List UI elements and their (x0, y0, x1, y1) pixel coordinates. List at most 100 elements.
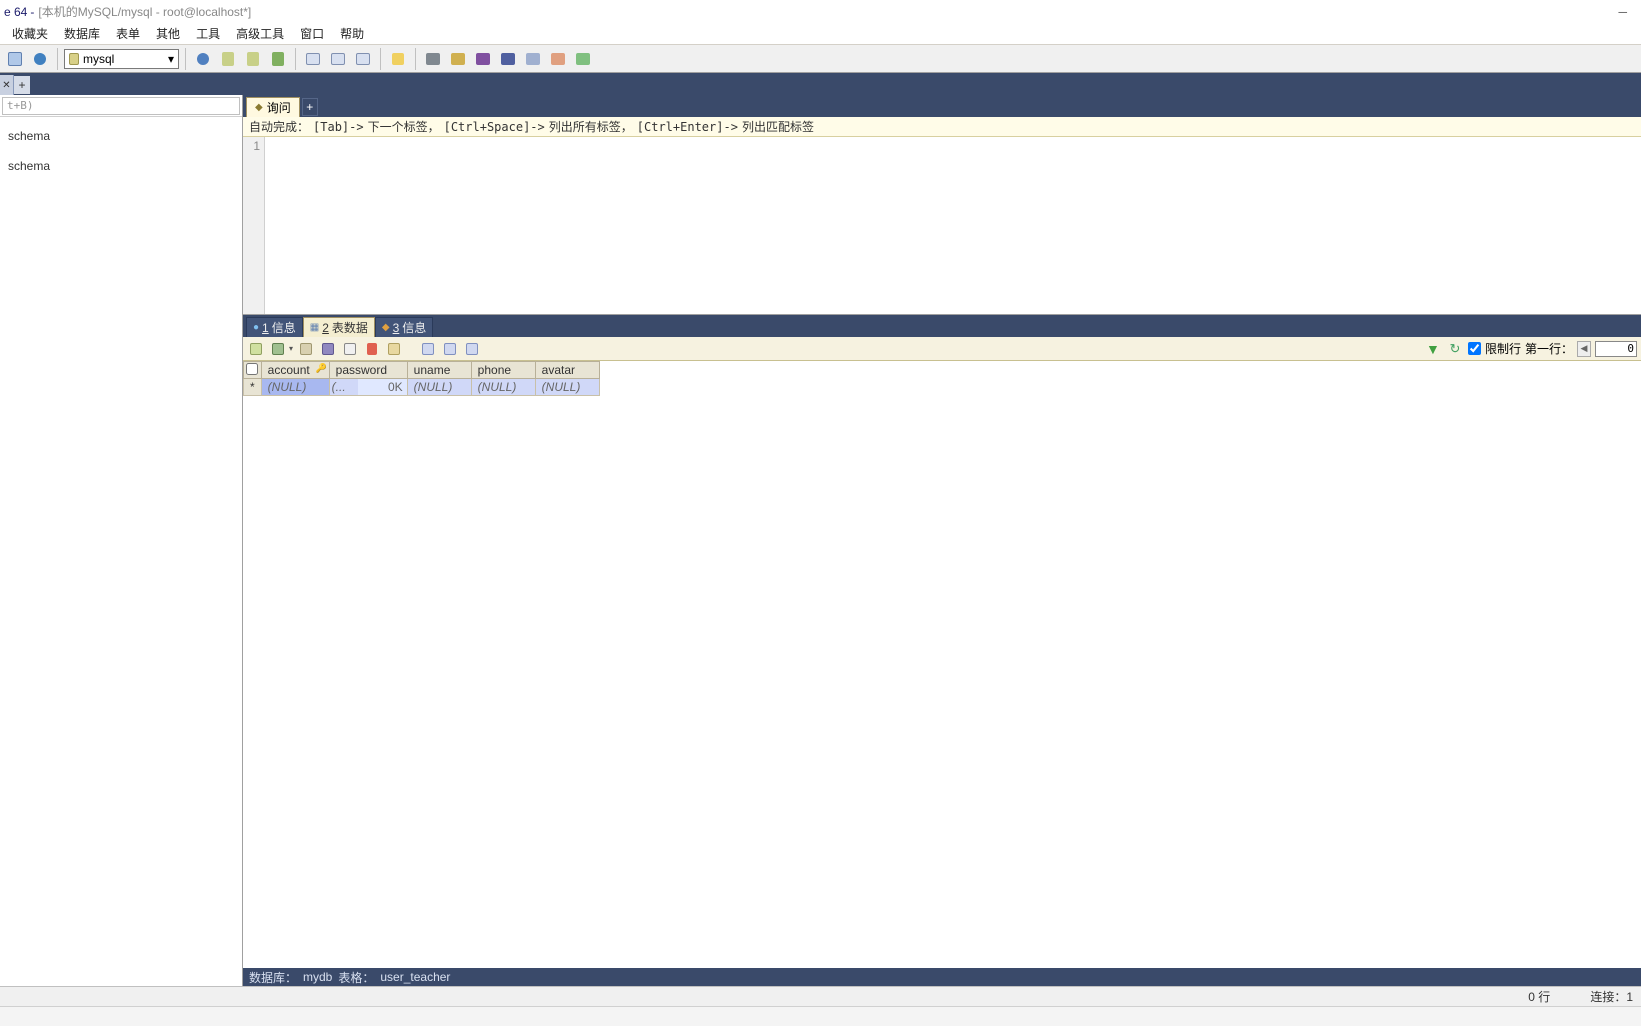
menu-advanced-tools[interactable]: 高级工具 (228, 23, 292, 44)
query-tab[interactable]: ◆ 询问 (246, 97, 300, 117)
limit-rows-checkbox[interactable] (1468, 342, 1481, 355)
schema-tree[interactable]: schema schema (0, 117, 242, 986)
cell-uname[interactable]: (NULL) (407, 379, 471, 396)
save-icon[interactable] (319, 340, 337, 358)
minimize-icon[interactable]: ─ (1618, 5, 1627, 19)
title-bar: e 64 - [本机的MySQL/mysql - root@localhost*… (0, 0, 1641, 23)
hint-prefix: 自动完成： (249, 118, 309, 135)
db-value: mydb (303, 970, 332, 984)
menu-table[interactable]: 表单 (108, 23, 148, 44)
connection-tab-strip: ✕ + (0, 73, 1641, 95)
calendar-icon[interactable] (341, 340, 359, 358)
hint-text: 列出所有标签， (549, 118, 633, 135)
db-action2-icon[interactable] (242, 48, 264, 70)
hint-text: 下一个标签， (368, 118, 440, 135)
table-icon[interactable] (302, 48, 324, 70)
cell-avatar[interactable]: (NULL) (535, 379, 599, 396)
status-rows: 0 行 (1528, 988, 1550, 1005)
text-view-icon[interactable] (463, 340, 481, 358)
first-row-label: 第一行： (1525, 340, 1573, 357)
tree-item-schema[interactable]: schema (2, 121, 240, 151)
column-header-account[interactable]: account🔑 (261, 362, 329, 379)
menu-other[interactable]: 其他 (148, 23, 188, 44)
execute-icon[interactable] (387, 48, 409, 70)
result-tab-strip: ● 1 信息 ▦ 2 表数据 ◆ 3 信息 (243, 315, 1641, 337)
tab-table-data[interactable]: ▦ 2 表数据 (303, 317, 375, 337)
object-browser: schema schema (0, 95, 243, 986)
db-action1-icon[interactable] (217, 48, 239, 70)
table-action2-icon[interactable] (352, 48, 374, 70)
tool2-icon[interactable] (447, 48, 469, 70)
status-connections: 连接：1 (1590, 988, 1633, 1005)
select-all-checkbox[interactable] (244, 362, 262, 379)
hint-key: [Tab]-> (313, 120, 364, 134)
row-marker: * (244, 379, 262, 396)
table-row[interactable]: * (NULL) (... 0K (NULL) (NULL) (NULL) (244, 379, 600, 396)
hint-text: 列出匹配标签 (742, 118, 814, 135)
title-path: [本机的MySQL/mysql - root@localhost*] (38, 3, 251, 20)
user-icon[interactable] (192, 48, 214, 70)
filter-input[interactable] (2, 97, 240, 115)
chevron-down-icon[interactable]: ▾ (289, 344, 293, 353)
tab-info-3[interactable]: ◆ 3 信息 (375, 317, 433, 337)
info-icon: ● (253, 322, 259, 333)
tree-item-schema[interactable]: schema (2, 151, 240, 181)
menu-database[interactable]: 数据库 (56, 23, 108, 44)
database-selector-value: mysql (83, 52, 114, 66)
tool3-icon[interactable] (472, 48, 494, 70)
insert-row-icon[interactable] (247, 340, 265, 358)
copy-row-icon[interactable] (297, 340, 315, 358)
menu-favorites[interactable]: 收藏夹 (4, 23, 56, 44)
first-row-input[interactable] (1595, 341, 1637, 357)
tab-info-1[interactable]: ● 1 信息 (246, 317, 303, 337)
query-tab-label: 询问 (267, 99, 291, 116)
delete-row-icon[interactable] (363, 340, 381, 358)
cancel-icon[interactable] (385, 340, 403, 358)
refresh-icon[interactable] (29, 48, 51, 70)
menu-window[interactable]: 窗口 (292, 23, 332, 44)
new-connection-icon[interactable] (4, 48, 26, 70)
cell-account[interactable]: (NULL) (261, 379, 329, 396)
query-tab-add-icon[interactable]: + (302, 98, 318, 116)
sql-editor: 1 (243, 137, 1641, 315)
column-header-uname[interactable]: uname (407, 362, 471, 379)
editor-gutter: 1 (243, 137, 265, 314)
data-toolbar: ▾ ▼ ↻ 限制行 第一行： ◀ (243, 337, 1641, 361)
limit-rows-label: 限制行 (1485, 340, 1521, 357)
tool6-icon[interactable] (547, 48, 569, 70)
tool7-icon[interactable] (572, 48, 594, 70)
column-header-avatar[interactable]: avatar (535, 362, 599, 379)
database-selector[interactable]: mysql ▾ (64, 49, 179, 69)
data-grid[interactable]: account🔑 password uname phone avatar * (… (243, 361, 1641, 968)
key-icon: 🔑 (315, 363, 326, 374)
info-bar: 数据库： mydb 表格： user_teacher (243, 968, 1641, 986)
prev-page-icon[interactable]: ◀ (1577, 341, 1591, 357)
tab-accel: 1 (262, 321, 269, 335)
tab-accel: 3 (393, 321, 400, 335)
table-action1-icon[interactable] (327, 48, 349, 70)
export-icon[interactable] (269, 340, 287, 358)
tool1-icon[interactable] (422, 48, 444, 70)
menu-tools[interactable]: 工具 (188, 23, 228, 44)
editor-body[interactable] (265, 137, 1641, 314)
column-header-password[interactable]: password (329, 362, 407, 379)
status-bar: 0 行 连接：1 (0, 986, 1641, 1006)
filter-icon[interactable]: ▼ (1424, 340, 1442, 358)
tab-add-icon[interactable]: + (14, 76, 30, 94)
menu-bar: 收藏夹 数据库 表单 其他 工具 高级工具 窗口 帮助 (0, 23, 1641, 45)
form-view-icon[interactable] (441, 340, 459, 358)
tool4-icon[interactable] (497, 48, 519, 70)
tool5-icon[interactable] (522, 48, 544, 70)
menu-help[interactable]: 帮助 (332, 23, 372, 44)
db-action3-icon[interactable] (267, 48, 289, 70)
tab-close-icon[interactable]: ✕ (0, 75, 14, 95)
hint-key: [Ctrl+Enter]-> (637, 120, 738, 134)
grid-view-icon[interactable] (419, 340, 437, 358)
cell-phone[interactable]: (NULL) (471, 379, 535, 396)
column-header-phone[interactable]: phone (471, 362, 535, 379)
query-tab-icon: ◆ (255, 102, 263, 113)
main-toolbar: mysql ▾ (0, 45, 1641, 73)
cell-password[interactable]: (... 0K (329, 379, 407, 396)
taskbar-strip (0, 1006, 1641, 1026)
refresh-icon[interactable]: ↻ (1446, 340, 1464, 358)
